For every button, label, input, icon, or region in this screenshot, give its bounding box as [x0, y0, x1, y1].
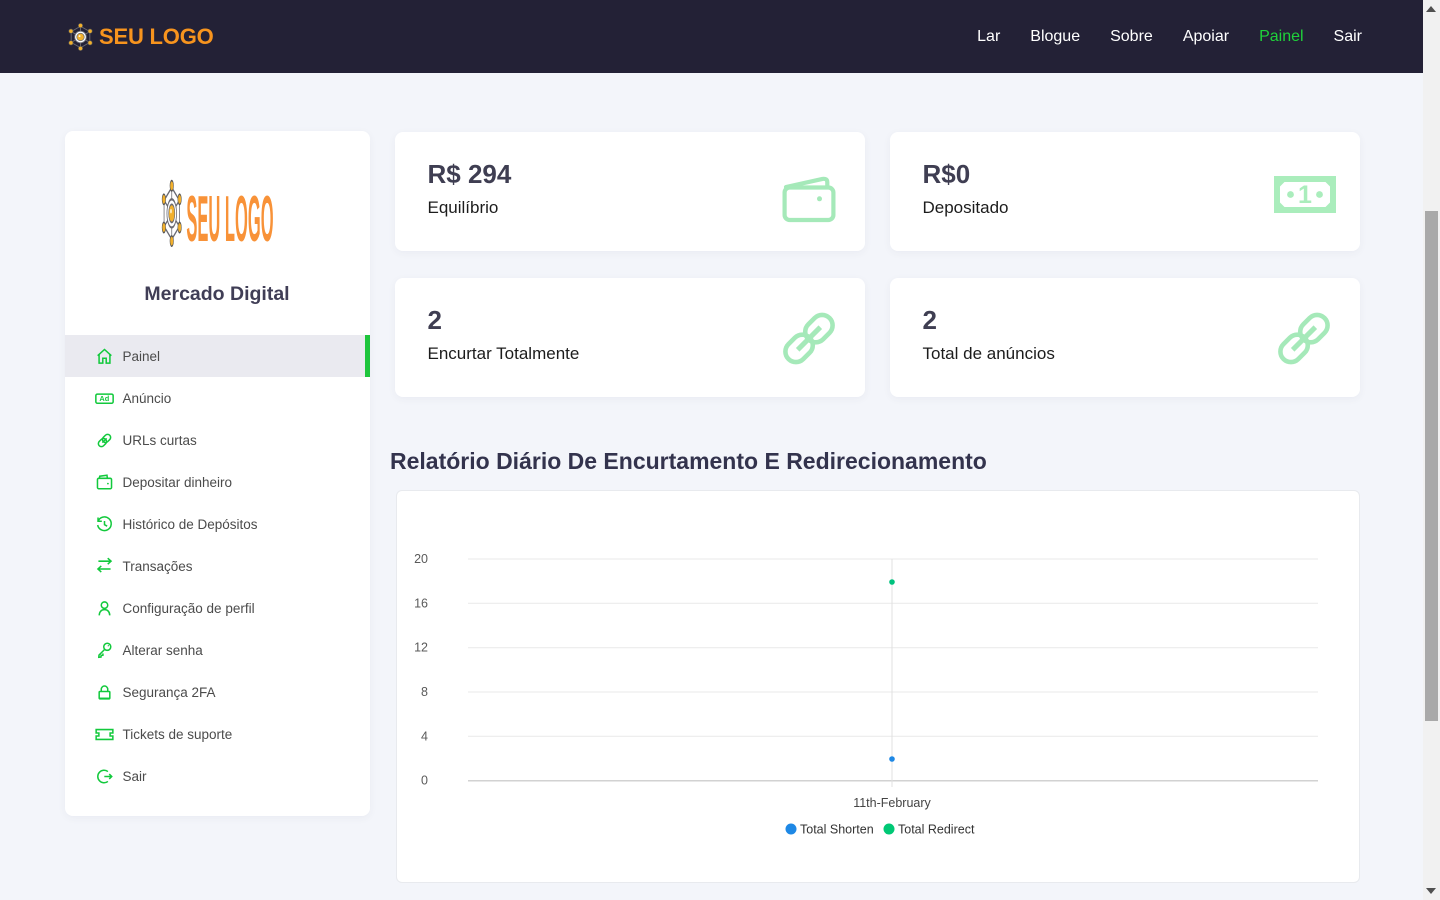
svg-text:16: 16 [414, 596, 428, 610]
svg-text:0: 0 [421, 774, 428, 788]
svg-text:12: 12 [414, 641, 428, 655]
svg-text:SEU LOGO: SEU LOGO [186, 183, 273, 250]
svg-text:20: 20 [414, 552, 428, 566]
svg-text:Total Redirect: Total Redirect [898, 823, 975, 837]
svg-text:11th-February: 11th-February [853, 796, 931, 810]
svg-text:8: 8 [421, 685, 428, 699]
svg-text:Total Shorten: Total Shorten [800, 823, 874, 837]
svg-text:4: 4 [421, 729, 428, 743]
svg-text:Ad: Ad [99, 394, 109, 403]
svg-text:1: 1 [1298, 181, 1312, 209]
